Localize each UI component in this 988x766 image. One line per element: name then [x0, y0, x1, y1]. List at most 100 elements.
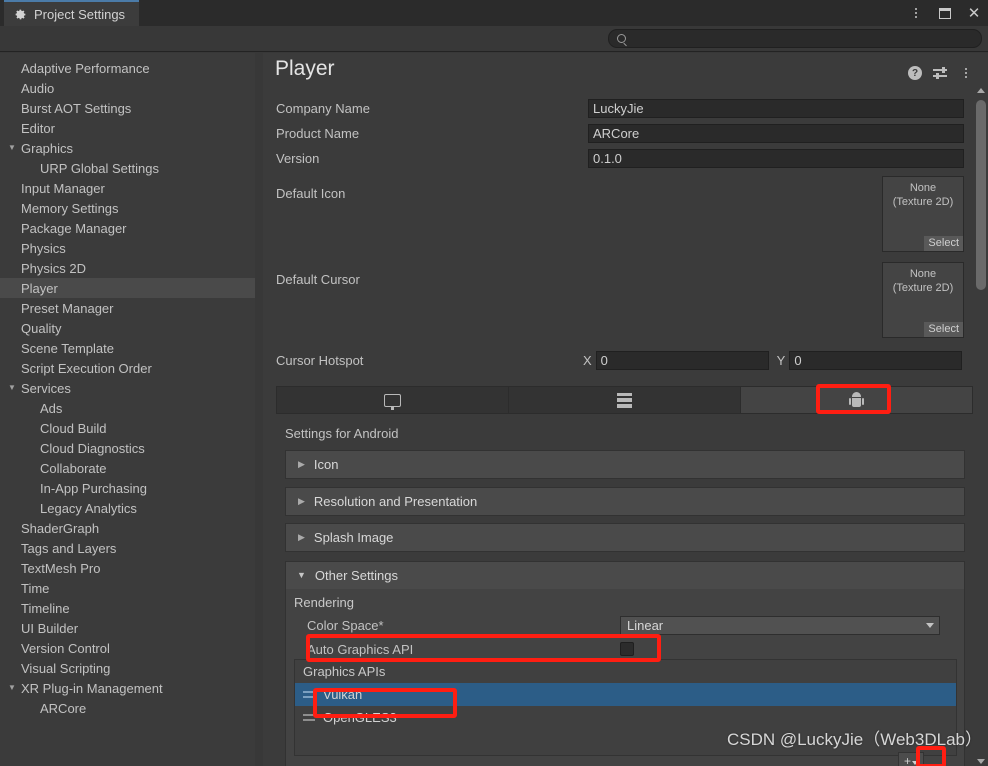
- sidebar-item-graphics[interactable]: ▼ Graphics: [0, 138, 261, 158]
- sidebar-item-label: Audio: [21, 80, 55, 96]
- sidebar-item-ads[interactable]: Ads: [0, 398, 261, 418]
- sidebar-item-version-control[interactable]: Version Control: [0, 638, 261, 658]
- sidebar-item-services[interactable]: ▼ Services: [0, 378, 261, 398]
- chevron-down-icon[interactable]: ▼: [8, 384, 21, 392]
- search-row: [0, 26, 988, 52]
- sidebar-item-label: Editor: [21, 120, 55, 136]
- sidebar-item-label: TextMesh Pro: [21, 560, 101, 576]
- gear-icon: [14, 8, 27, 21]
- sidebar-item-package-manager[interactable]: Package Manager: [0, 218, 261, 238]
- sidebar-item-legacy-analytics[interactable]: Legacy Analytics: [0, 498, 261, 518]
- sidebar-item-collaborate[interactable]: Collaborate: [0, 458, 261, 478]
- sidebar-scrollbar[interactable]: [255, 53, 262, 766]
- sidebar-item-shadergraph[interactable]: ShaderGraph: [0, 518, 261, 538]
- platform-tab-dedicated-server[interactable]: [509, 387, 741, 413]
- sidebar-item-scene-template[interactable]: Scene Template: [0, 338, 261, 358]
- add-graphics-api-button[interactable]: +: [898, 752, 924, 766]
- foldout-resolution-and-presentation[interactable]: ▶ Resolution and Presentation: [285, 487, 965, 516]
- help-icon[interactable]: ?: [908, 66, 922, 80]
- label-default-icon: Default Icon: [276, 186, 346, 201]
- search-input[interactable]: [631, 30, 981, 47]
- input-product-name[interactable]: ARCore: [588, 124, 964, 143]
- scrollbar-thumb[interactable]: [976, 100, 986, 290]
- sidebar-item-tags-and-layers[interactable]: Tags and Layers: [0, 538, 261, 558]
- foldout-splash-image[interactable]: ▶ Splash Image: [285, 523, 965, 552]
- sidebar-item-arcore[interactable]: ARCore: [0, 698, 261, 718]
- chevron-down-icon: ▼: [297, 570, 306, 580]
- android-icon: [849, 392, 864, 408]
- platform-tab-standalone[interactable]: [277, 387, 509, 413]
- search-box[interactable]: [608, 29, 982, 48]
- search-icon: [617, 34, 626, 43]
- sidebar-item-label: Preset Manager: [21, 300, 114, 316]
- input-cursor-hotspot-x[interactable]: 0: [595, 351, 769, 370]
- sidebar-item-script-execution-order[interactable]: Script Execution Order: [0, 358, 261, 378]
- kebab-menu-icon[interactable]: [908, 5, 924, 21]
- page-title: Player: [275, 57, 335, 80]
- sidebar-item-editor[interactable]: Editor: [0, 118, 261, 138]
- graphics-api-row-vulkan[interactable]: Vulkan: [295, 683, 956, 706]
- scroll-down-arrow-icon[interactable]: [977, 759, 985, 764]
- dropdown-color-space[interactable]: Linear: [620, 615, 940, 635]
- sidebar-item-audio[interactable]: Audio: [0, 78, 261, 98]
- sidebar-item-label: Timeline: [21, 600, 70, 616]
- sidebar-item-memory-settings[interactable]: Memory Settings: [0, 198, 261, 218]
- main-scrollbar[interactable]: [974, 86, 988, 766]
- sidebar-item-physics-2d[interactable]: Physics 2D: [0, 258, 261, 278]
- sidebar-item-time[interactable]: Time: [0, 578, 261, 598]
- server-icon: [617, 392, 632, 408]
- sidebar-item-label: URP Global Settings: [40, 160, 159, 176]
- sidebar-item-textmesh-pro[interactable]: TextMesh Pro: [0, 558, 261, 578]
- settings-category-list[interactable]: Adaptive Performance Audio Burst AOT Setti…: [0, 53, 262, 766]
- sidebar-item-quality[interactable]: Quality: [0, 318, 261, 338]
- sidebar-item-timeline[interactable]: Timeline: [0, 598, 261, 618]
- input-cursor-hotspot-y[interactable]: 0: [789, 351, 963, 370]
- sidebar-item-ui-builder[interactable]: UI Builder: [0, 618, 261, 638]
- input-company-name[interactable]: LuckyJie: [588, 99, 964, 118]
- label-hotspot-x: X: [583, 353, 592, 368]
- drag-handle-icon[interactable]: [303, 714, 315, 721]
- sidebar-item-adaptive-performance[interactable]: Adaptive Performance: [0, 58, 261, 78]
- platform-tab-strip[interactable]: [276, 386, 973, 414]
- object-field-default-icon[interactable]: None (Texture 2D) Select: [882, 176, 964, 252]
- sidebar-item-xr-plug-in-management[interactable]: ▼ XR Plug-in Management: [0, 678, 261, 698]
- close-icon[interactable]: ✕: [966, 5, 982, 21]
- window-tab-project-settings[interactable]: Project Settings: [4, 0, 140, 26]
- label-auto-graphics-api: Auto Graphics API: [307, 641, 414, 657]
- input-version[interactable]: 0.1.0: [588, 149, 964, 168]
- default-cursor-select-button[interactable]: Select: [924, 322, 963, 337]
- scroll-up-arrow-icon[interactable]: [977, 88, 985, 93]
- maximize-icon[interactable]: [937, 5, 953, 21]
- field-row-color-space: Color Space* Linear: [286, 613, 964, 637]
- sidebar-item-physics[interactable]: Physics: [0, 238, 261, 258]
- drag-handle-icon[interactable]: [303, 691, 315, 698]
- sidebar-item-label: Memory Settings: [21, 200, 119, 216]
- default-icon-select-button[interactable]: Select: [924, 236, 963, 251]
- sidebar-item-cloud-build[interactable]: Cloud Build: [0, 418, 261, 438]
- sidebar-item-burst-aot-settings[interactable]: Burst AOT Settings: [0, 98, 261, 118]
- sidebar-item-player[interactable]: Player: [0, 278, 261, 298]
- sidebar-item-label: Package Manager: [21, 220, 127, 236]
- default-icon-type: (Texture 2D): [892, 196, 954, 208]
- checkbox-auto-graphics-api[interactable]: [620, 642, 634, 656]
- chevron-down-icon[interactable]: ▼: [8, 684, 21, 692]
- chevron-down-icon[interactable]: ▼: [8, 144, 21, 152]
- sidebar-item-in-app-purchasing[interactable]: In-App Purchasing: [0, 478, 261, 498]
- sidebar-item-preset-manager[interactable]: Preset Manager: [0, 298, 261, 318]
- window-tab-label: Project Settings: [34, 6, 126, 22]
- sidebar-item-visual-scripting[interactable]: Visual Scripting: [0, 658, 261, 678]
- object-field-default-cursor[interactable]: None (Texture 2D) Select: [882, 262, 964, 338]
- label-color-space: Color Space*: [307, 617, 384, 633]
- preset-settings-icon[interactable]: [933, 66, 947, 80]
- field-row-cursor-hotspot: Cursor Hotspot X 0 Y 0: [263, 350, 975, 371]
- platform-tab-android[interactable]: [741, 387, 972, 413]
- foldout-other-settings[interactable]: ▼ Other Settings: [286, 562, 964, 589]
- sidebar-item-label: Services: [21, 380, 71, 396]
- foldout-icon[interactable]: ▶ Icon: [285, 450, 965, 479]
- sidebar-item-input-manager[interactable]: Input Manager: [0, 178, 261, 198]
- sidebar-item-urp-global-settings[interactable]: URP Global Settings: [0, 158, 261, 178]
- sidebar-item-cloud-diagnostics[interactable]: Cloud Diagnostics: [0, 438, 261, 458]
- settings-for-platform-label: Settings for Android: [285, 426, 399, 441]
- sidebar-item-label: Time: [21, 580, 50, 596]
- panel-kebab-menu-icon[interactable]: [958, 65, 974, 81]
